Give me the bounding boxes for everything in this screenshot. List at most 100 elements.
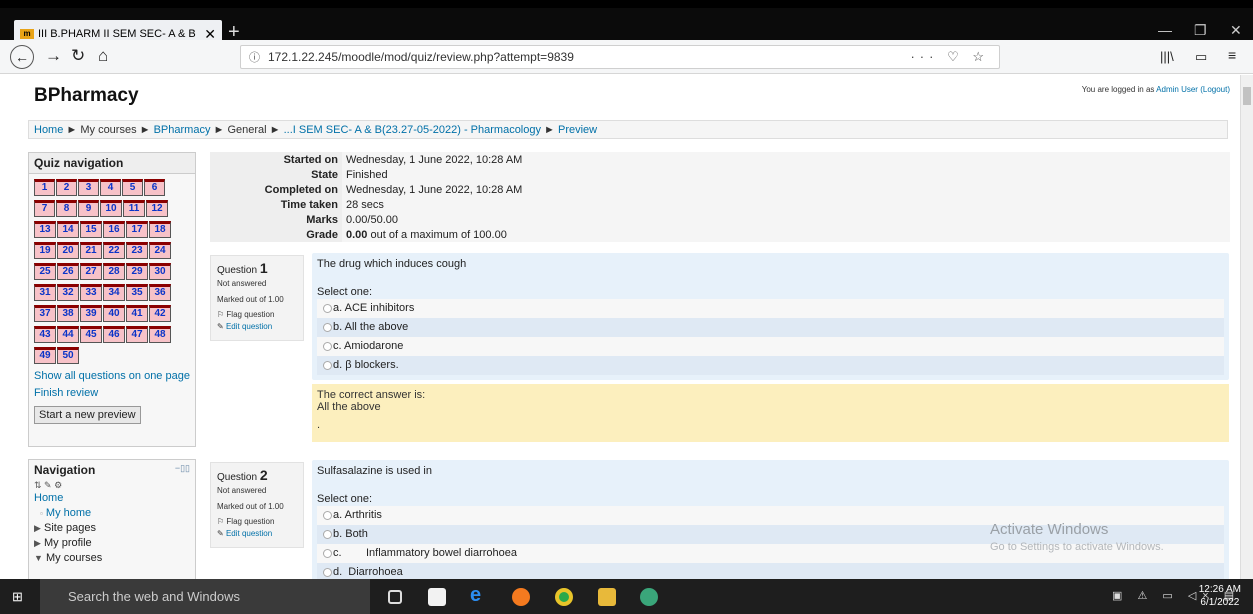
forward-icon[interactable]: → xyxy=(45,46,62,66)
radio-button[interactable] xyxy=(323,342,332,351)
question-nav-button[interactable]: 36 xyxy=(149,284,171,301)
question-nav-button[interactable]: 46 xyxy=(103,326,125,343)
question-nav-button[interactable]: 44 xyxy=(57,326,79,343)
chrome-user-icon[interactable] xyxy=(640,588,658,606)
show-all-questions-link[interactable]: Show all questions on one page xyxy=(29,370,195,383)
chrome-icon[interactable] xyxy=(555,588,573,606)
question-nav-button[interactable]: 32 xyxy=(57,284,79,301)
question-nav-button[interactable]: 49 xyxy=(34,347,56,364)
clock[interactable]: 12:26 AM 6/1/2022 xyxy=(1199,583,1241,609)
minimize-icon[interactable]: — xyxy=(1158,22,1172,38)
question-nav-button[interactable]: 33 xyxy=(80,284,102,301)
new-tab-icon[interactable]: + xyxy=(228,22,240,42)
task-view-icon[interactable] xyxy=(388,590,402,604)
question-nav-button[interactable]: 30 xyxy=(149,263,171,280)
radio-button[interactable] xyxy=(323,530,332,539)
radio-button[interactable] xyxy=(323,304,332,313)
edit-question-link[interactable]: ✎ Edit question xyxy=(217,529,297,538)
question-nav-button[interactable]: 16 xyxy=(103,221,125,238)
question-nav-button[interactable]: 47 xyxy=(126,326,148,343)
move-block-icon[interactable]: ⇅ ✎ ⚙ xyxy=(29,480,195,491)
edit-question-link[interactable]: ✎ Edit question xyxy=(217,322,297,331)
reload-icon[interactable]: ↻ xyxy=(71,46,85,66)
home-icon[interactable]: ⌂ xyxy=(98,46,108,66)
taskbar-search[interactable]: Search the web and Windows xyxy=(40,579,370,614)
question-nav-button[interactable]: 19 xyxy=(34,242,56,259)
nav-my-home-link[interactable]: My home xyxy=(46,507,91,519)
question-nav-button[interactable]: 6 xyxy=(144,179,165,196)
flag-question[interactable]: ⚐ Flag question xyxy=(217,310,297,319)
question-nav-button[interactable]: 4 xyxy=(100,179,121,196)
page-scrollbar[interactable] xyxy=(1240,75,1253,579)
finish-review-link[interactable]: Finish review xyxy=(29,387,195,400)
breadcrumb-quiz[interactable]: ...I SEM SEC- A & B(23.27-05-2022) - Pha… xyxy=(284,124,541,136)
firefox-icon[interactable] xyxy=(512,588,530,606)
question-nav-button[interactable]: 5 xyxy=(122,179,143,196)
radio-button[interactable] xyxy=(323,568,332,577)
flag-question[interactable]: ⚐ Flag question xyxy=(217,517,297,526)
start-new-preview-button[interactable]: Start a new preview xyxy=(34,406,141,424)
answer-option[interactable]: a. ACE inhibitors xyxy=(317,299,1224,318)
user-link[interactable]: Admin User xyxy=(1156,85,1198,94)
back-icon[interactable]: ← xyxy=(10,45,34,69)
radio-button[interactable] xyxy=(323,361,332,370)
scrollbar-thumb[interactable] xyxy=(1243,87,1251,105)
question-nav-button[interactable]: 26 xyxy=(57,263,79,280)
question-nav-button[interactable]: 28 xyxy=(103,263,125,280)
address-bar[interactable]: ⓘ 172.1.22.245/moodle/mod/quiz/review.ph… xyxy=(240,45,1000,69)
question-nav-button[interactable]: 34 xyxy=(103,284,125,301)
question-nav-button[interactable]: 13 xyxy=(34,221,56,238)
question-nav-button[interactable]: 22 xyxy=(103,242,125,259)
question-nav-button[interactable]: 24 xyxy=(149,242,171,259)
file-explorer-icon[interactable] xyxy=(598,588,616,606)
answer-option[interactable]: d. Diarrohoea xyxy=(317,563,1224,579)
edge-icon[interactable]: e xyxy=(470,585,488,605)
question-nav-button[interactable]: 18 xyxy=(149,221,171,238)
question-nav-button[interactable]: 12 xyxy=(146,200,168,217)
answer-option[interactable]: d. β blockers. xyxy=(317,356,1224,375)
page-actions-icon[interactable]: ··· ♡ ☆ xyxy=(910,49,989,65)
question-nav-button[interactable]: 41 xyxy=(126,305,148,322)
question-nav-button[interactable]: 40 xyxy=(103,305,125,322)
question-nav-button[interactable]: 38 xyxy=(57,305,79,322)
collapse-icon[interactable]: ▼ xyxy=(34,553,43,563)
question-nav-button[interactable]: 21 xyxy=(80,242,102,259)
radio-button[interactable] xyxy=(323,549,332,558)
question-nav-button[interactable]: 14 xyxy=(57,221,79,238)
radio-button[interactable] xyxy=(323,511,332,520)
question-nav-button[interactable]: 15 xyxy=(80,221,102,238)
windows-start-icon[interactable]: ⊞ xyxy=(12,589,26,604)
question-nav-button[interactable]: 23 xyxy=(126,242,148,259)
breadcrumb-course[interactable]: BPharmacy xyxy=(154,124,211,136)
question-nav-button[interactable]: 10 xyxy=(100,200,122,217)
question-nav-button[interactable]: 17 xyxy=(126,221,148,238)
logout-link[interactable]: (Logout) xyxy=(1200,85,1230,94)
question-nav-button[interactable]: 20 xyxy=(57,242,79,259)
menu-icon[interactable]: ≡ xyxy=(1228,47,1236,63)
info-icon[interactable]: ⓘ xyxy=(249,49,260,65)
question-nav-button[interactable]: 50 xyxy=(57,347,79,364)
breadcrumb-preview[interactable]: Preview xyxy=(558,124,597,136)
question-nav-button[interactable]: 11 xyxy=(123,200,145,217)
library-icon[interactable]: |||\ xyxy=(1160,49,1174,64)
site-title[interactable]: BPharmacy xyxy=(34,85,139,107)
question-nav-button[interactable]: 27 xyxy=(80,263,102,280)
question-nav-button[interactable]: 2 xyxy=(56,179,77,196)
question-nav-button[interactable]: 25 xyxy=(34,263,56,280)
question-nav-button[interactable]: 45 xyxy=(80,326,102,343)
question-nav-button[interactable]: 31 xyxy=(34,284,56,301)
question-nav-button[interactable]: 43 xyxy=(34,326,56,343)
nav-home-link[interactable]: Home xyxy=(34,492,63,504)
question-nav-button[interactable]: 37 xyxy=(34,305,56,322)
question-nav-button[interactable]: 42 xyxy=(149,305,171,322)
question-nav-button[interactable]: 3 xyxy=(78,179,99,196)
restore-icon[interactable]: ❐ xyxy=(1194,22,1207,39)
close-window-icon[interactable]: ✕ xyxy=(1230,22,1242,39)
question-nav-button[interactable]: 1 xyxy=(34,179,55,196)
nav-my-profile[interactable]: My profile xyxy=(44,537,92,549)
question-nav-button[interactable]: 29 xyxy=(126,263,148,280)
question-nav-button[interactable]: 39 xyxy=(80,305,102,322)
nav-site-pages[interactable]: Site pages xyxy=(44,522,96,534)
expand-icon[interactable]: ▶ xyxy=(34,523,41,533)
dock-block-icon[interactable]: −▯▯ xyxy=(175,463,190,477)
